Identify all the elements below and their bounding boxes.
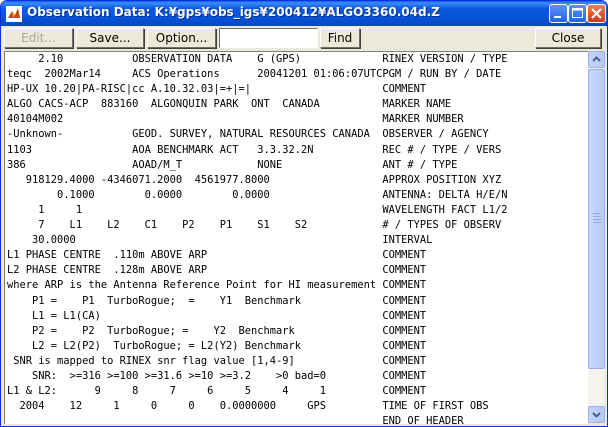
text-line: ALGO CACS-ACP 883160 ALGONQUIN PARK ONT … (7, 98, 452, 111)
text-line: L1 PHASE CENTRE .110m ABOVE ARP COMMENT (7, 249, 427, 262)
arrow-up-icon (592, 56, 601, 62)
text-line: 40104M002 MARKER NUMBER (7, 113, 464, 126)
maximize-icon (572, 8, 583, 18)
toolbar: Edit... Save... Option... Find Close (1, 26, 607, 50)
save-button[interactable]: Save... (76, 28, 144, 48)
text-line: SNR is mapped to RINEX snr flag value [1… (7, 354, 427, 367)
arrow-down-icon (592, 412, 601, 418)
text-line: SNR: >=316 >=100 >=31.6 >=10 >=3.2 >0 ba… (7, 369, 427, 382)
text-line: 0.1000 0.0000 0.0000 ANTENNA: DELTA H/E/… (7, 188, 508, 201)
text-line: 918129.4000 -4346071.2000 4561977.8000 A… (7, 173, 502, 186)
matlab-app-icon (6, 6, 22, 22)
minimize-icon (554, 16, 561, 18)
text-line: -Unknown- GEOD. SURVEY, NATURAL RESOURCE… (7, 128, 489, 141)
text-line: 1 1 WAVELENGTH FACT L1/2 (7, 203, 508, 216)
text-line: 7 L1 L2 C1 P2 P1 S1 S2 # / TYPES OF OBSE… (7, 219, 502, 232)
vertical-scrollbar[interactable] (588, 51, 605, 423)
window-title: Observation Data: K:¥gps¥obs_igs¥200412¥… (27, 5, 440, 19)
text-line: P1 = P1 TurboRogue; = Y1 Benchmark COMME… (7, 294, 427, 307)
text-line: L2 PHASE CENTRE .128m ABOVE ARP COMMENT (7, 264, 427, 277)
text-line: teqc 2002Mar14 ACS Operations 20041201 0… (7, 68, 502, 81)
text-line: 1103 AOA BENCHMARK ACT 3.3.32.2N REC # /… (7, 143, 502, 156)
text-line: P2 = P2 TurboRogue; = Y2 Benchmark COMME… (7, 324, 427, 337)
close-window-button[interactable] (587, 4, 606, 23)
text-line: 2.10 OBSERVATION DATA G (GPS) RINEX VERS… (7, 53, 508, 65)
text-line: END OF HEADER (7, 415, 464, 424)
find-input[interactable] (219, 28, 318, 48)
text-line: 386 AOAD/M_T NONE ANT # / TYPE (7, 158, 458, 171)
text-line: 30.0000 INTERVAL (7, 234, 433, 247)
scroll-down-button[interactable] (588, 406, 605, 423)
edit-button[interactable]: Edit... (4, 28, 73, 48)
text-line: HP-UX 10.20|PA-RISC|cc A.10.32.03|=+|=| … (7, 83, 427, 96)
observation-data-window: Observation Data: K:¥gps¥obs_igs¥200412¥… (0, 0, 608, 427)
close-button[interactable]: Close (535, 28, 601, 48)
find-button[interactable]: Find (320, 28, 360, 48)
text-line: L2 = L2(P2) TurboRogue; = L2(Y2) Benchma… (7, 339, 427, 352)
minimize-button[interactable] (549, 4, 568, 23)
text-line: L1 = L1(CA) COMMENT (7, 309, 427, 322)
rinex-header-text[interactable]: 2.10 OBSERVATION DATA G (GPS) RINEX VERS… (7, 52, 587, 424)
text-line: 2004 12 1 0 0 0.0000000 GPS TIME OF FIRS… (7, 400, 489, 413)
close-icon (591, 8, 602, 19)
scroll-thumb[interactable] (588, 69, 605, 369)
observation-text-panel[interactable]: 2.10 OBSERVATION DATA G (GPS) RINEX VERS… (4, 51, 588, 424)
title-bar[interactable]: Observation Data: K:¥gps¥obs_igs¥200412¥… (1, 1, 607, 26)
text-line: L1 & L2: 9 8 7 6 5 4 1 COMMENT (7, 385, 427, 398)
scroll-up-button[interactable] (588, 51, 605, 68)
maximize-button[interactable] (568, 4, 587, 23)
text-line: where ARP is the Antenna Reference Point… (7, 279, 427, 292)
option-button[interactable]: Option... (147, 28, 216, 48)
